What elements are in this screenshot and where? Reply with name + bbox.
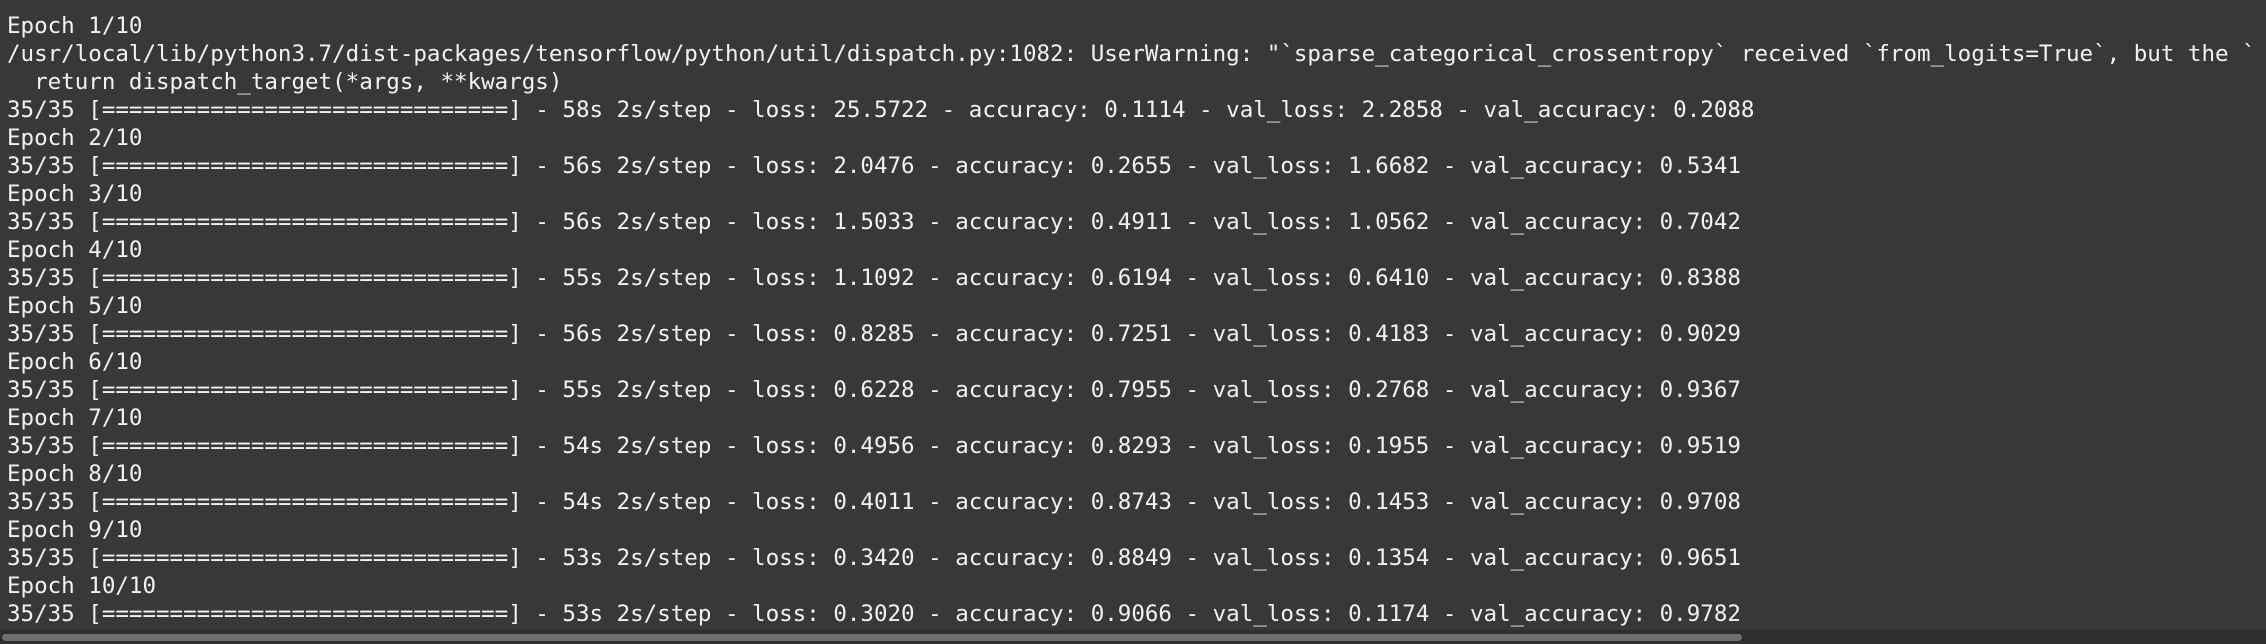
- log-line-epoch-header: Epoch 9/10: [7, 517, 143, 543]
- log-line-epoch-header: Epoch 3/10: [7, 181, 143, 207]
- log-line-progress: 35/35 [==============================] -…: [7, 153, 1741, 179]
- horizontal-scrollbar[interactable]: [0, 630, 2266, 644]
- training-log: Epoch 1/10 /usr/local/lib/python3.7/dist…: [7, 12, 2257, 628]
- log-line-progress: 35/35 [==============================] -…: [7, 377, 1741, 403]
- log-line-warning-source: return dispatch_target(*args, **kwargs): [7, 69, 563, 95]
- log-line-epoch-header: Epoch 4/10: [7, 237, 143, 263]
- log-line-progress: 35/35 [==============================] -…: [7, 97, 1755, 123]
- log-line-progress: 35/35 [==============================] -…: [7, 433, 1741, 459]
- log-line-epoch-header: Epoch 1/10: [7, 13, 143, 39]
- log-line-progress: 35/35 [==============================] -…: [7, 209, 1741, 235]
- log-line-epoch-header: Epoch 5/10: [7, 293, 143, 319]
- log-line-epoch-header: Epoch 6/10: [7, 349, 143, 375]
- terminal-output-panel: Epoch 1/10 /usr/local/lib/python3.7/dist…: [0, 0, 2266, 644]
- log-line-epoch-header: Epoch 10/10: [7, 573, 157, 599]
- log-line-epoch-header: Epoch 2/10: [7, 125, 143, 151]
- log-line-epoch-header: Epoch 8/10: [7, 461, 143, 487]
- log-line-progress: 35/35 [==============================] -…: [7, 545, 1741, 571]
- log-line-progress: 35/35 [==============================] -…: [7, 489, 1741, 515]
- scrollbar-thumb[interactable]: [2, 634, 1742, 641]
- log-line-progress: 35/35 [==============================] -…: [7, 265, 1741, 291]
- log-line-progress: 35/35 [==============================] -…: [7, 321, 1741, 347]
- log-line-user-warning: /usr/local/lib/python3.7/dist-packages/t…: [7, 41, 2257, 67]
- log-line-epoch-header: Epoch 7/10: [7, 405, 143, 431]
- log-line-progress: 35/35 [==============================] -…: [7, 601, 1741, 627]
